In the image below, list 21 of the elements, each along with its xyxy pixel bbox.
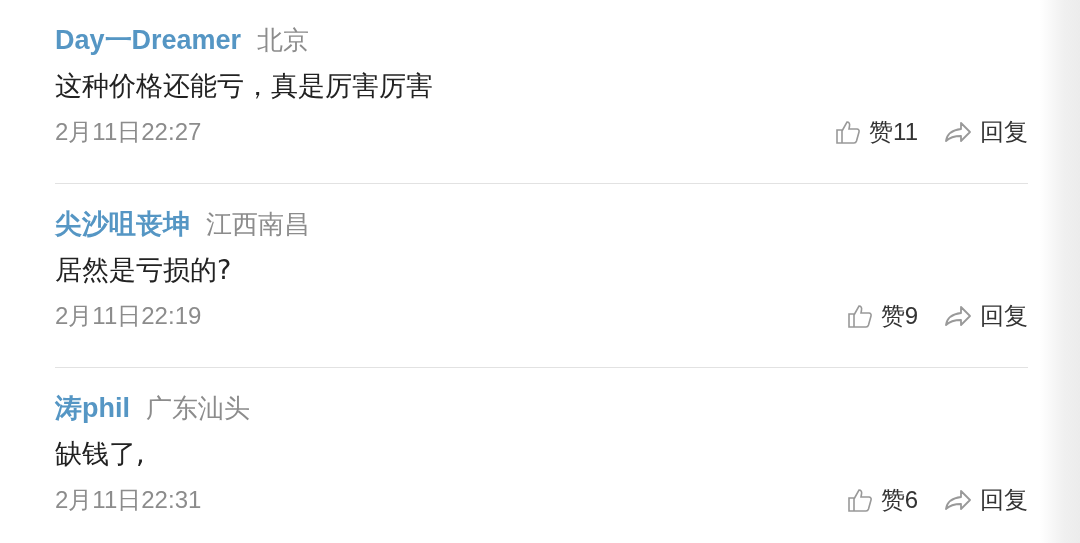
comment-text: 这种价格还能亏，真是厉害厉害 — [55, 69, 434, 103]
comment-time: 2月11日22:27 — [55, 117, 203, 147]
user-location: 广东汕头 — [146, 392, 250, 425]
thumbs-up-icon[interactable] — [846, 303, 873, 329]
like-count[interactable]: 赞6 — [880, 484, 918, 516]
share-arrow-icon[interactable] — [944, 305, 972, 327]
like-count[interactable]: 赞11 — [869, 116, 918, 148]
share-arrow-icon[interactable] — [944, 489, 972, 511]
comment-time: 2月11日22:19 — [55, 301, 203, 331]
thumbs-up-icon[interactable] — [835, 119, 862, 145]
reply-link[interactable]: 回复 — [980, 300, 1028, 332]
share-arrow-icon[interactable] — [944, 121, 972, 143]
reply-link[interactable]: 回复 — [980, 484, 1028, 516]
comment-text: 居然是亏损的? — [55, 253, 233, 287]
comment-text: 缺钱了, — [55, 437, 146, 471]
like-count[interactable]: 赞9 — [880, 300, 918, 332]
thumbs-up-icon[interactable] — [846, 487, 873, 513]
user-location: 江西南昌 — [206, 208, 310, 241]
comment-time: 2月11日22:31 — [55, 485, 203, 515]
user-location: 北京 — [257, 24, 310, 57]
reply-link[interactable]: 回复 — [980, 116, 1028, 148]
